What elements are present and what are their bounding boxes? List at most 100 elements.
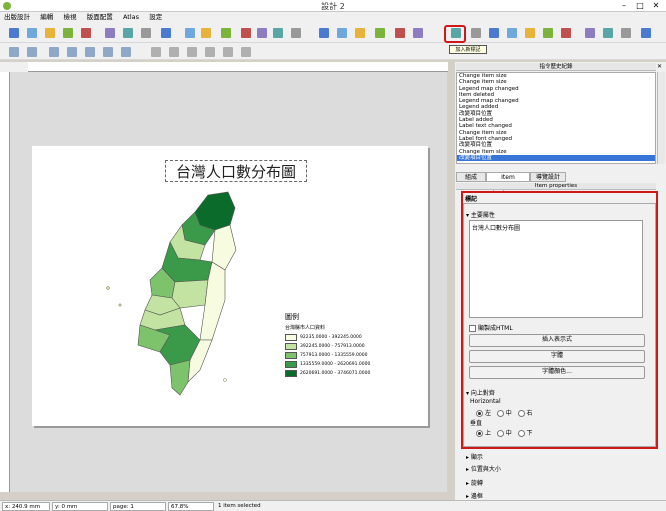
menu-layout[interactable]: 版面配置 xyxy=(83,12,117,23)
add-arrow-button[interactable] xyxy=(524,27,536,39)
add-table-button[interactable] xyxy=(542,27,554,39)
add-shape-button[interactable] xyxy=(506,27,518,39)
map-title-label[interactable]: 台灣人口數分布圖 xyxy=(165,160,307,182)
distribute-button[interactable] xyxy=(84,46,96,58)
radio-left[interactable]: 左 xyxy=(476,410,491,417)
minimize-button[interactable]: – xyxy=(618,1,630,11)
history-list[interactable]: Change item size Change item size Legend… xyxy=(456,72,656,164)
undo-button[interactable] xyxy=(184,27,196,39)
map-legend[interactable]: 圖例 台灣縣市人口資料 92235.0000 - 392245.0000 392… xyxy=(285,312,405,382)
pan-button[interactable] xyxy=(318,27,330,39)
export-pdf-button[interactable] xyxy=(160,27,172,39)
atlas-print-button[interactable] xyxy=(222,46,234,58)
history-entry[interactable]: 改變項目位置 xyxy=(457,154,655,162)
export-svg-button[interactable] xyxy=(140,27,152,39)
align-left-button[interactable] xyxy=(48,46,60,58)
move-content-button[interactable] xyxy=(374,27,386,39)
duplicate-button[interactable] xyxy=(44,27,56,39)
main-props-toggle[interactable]: ▾ 主要屬性 xyxy=(466,210,495,219)
unlock-button[interactable] xyxy=(640,27,652,39)
zoom-in-button[interactable] xyxy=(256,27,268,39)
undo-icon xyxy=(185,28,195,38)
send-back-button[interactable] xyxy=(120,46,132,58)
history-close-icon[interactable]: ✕ xyxy=(657,63,665,71)
manager-button[interactable] xyxy=(62,27,74,39)
zoom-tool-button[interactable] xyxy=(336,27,348,39)
zoom-full-button[interactable] xyxy=(220,27,232,39)
render-html-checkbox[interactable]: 顯製成HTML xyxy=(469,323,513,332)
font-color-button[interactable]: 字體顏色... xyxy=(469,366,645,379)
close-button[interactable]: ✕ xyxy=(650,1,662,11)
radio-icon xyxy=(496,430,504,437)
zoom-100-button[interactable] xyxy=(240,27,252,39)
tab-atlas[interactable]: 導覽設計 xyxy=(530,172,566,182)
move-content-icon xyxy=(375,28,385,38)
radio-bottom[interactable]: 下 xyxy=(517,430,533,437)
export-pdf-icon xyxy=(161,28,171,38)
radio-center[interactable]: 中 xyxy=(496,410,512,417)
zoom-select[interactable]: 67.8% xyxy=(168,502,214,511)
legend-swatch xyxy=(285,352,297,359)
tab-composition[interactable]: 組成 xyxy=(456,172,486,182)
atlas-prev-button[interactable] xyxy=(168,46,180,58)
refresh-button[interactable] xyxy=(290,27,302,39)
ungroup-button[interactable] xyxy=(602,27,614,39)
font-button[interactable]: 字體 xyxy=(469,350,645,363)
add-legend-button[interactable] xyxy=(470,27,482,39)
open-icon xyxy=(81,28,91,38)
menu-settings[interactable]: 設定 xyxy=(145,12,166,23)
window-title: 設計 2 xyxy=(321,2,345,11)
atlas-last-button[interactable] xyxy=(204,46,216,58)
add-label-button[interactable] xyxy=(450,27,462,39)
section-position-size[interactable]: ▸ 位置與大小 xyxy=(466,464,501,473)
label-text-input[interactable]: 台灣人口數分布圖 xyxy=(469,220,643,318)
menu-composer[interactable]: 出版設計 xyxy=(0,12,34,23)
manager-icon xyxy=(63,28,73,38)
section-frame[interactable]: ▸ 邊框 xyxy=(466,491,483,500)
checkbox-icon xyxy=(469,325,476,332)
add-scalebar-button[interactable] xyxy=(488,27,500,39)
align-right-button[interactable] xyxy=(66,46,78,58)
atlas-next-button[interactable] xyxy=(186,46,198,58)
radio-center-label: 中 xyxy=(505,410,512,417)
bring-front-button[interactable] xyxy=(102,46,114,58)
select-button[interactable] xyxy=(354,27,366,39)
section-display[interactable]: ▸ 顯示 xyxy=(466,452,483,461)
maximize-button[interactable]: □ xyxy=(634,1,646,11)
atlas-settings-icon xyxy=(241,47,251,57)
radio-right[interactable]: 右 xyxy=(517,410,533,417)
atlas-first-button[interactable] xyxy=(150,46,162,58)
radio-middle[interactable]: 中 xyxy=(496,430,512,437)
alignment-toggle[interactable]: ▾ 向上對齊 xyxy=(466,388,495,397)
zoom-out-button[interactable] xyxy=(272,27,284,39)
export-image-button[interactable] xyxy=(122,27,134,39)
raise-button[interactable] xyxy=(8,46,20,58)
menu-view[interactable]: 檢視 xyxy=(59,12,80,23)
unlock-icon xyxy=(641,28,651,38)
tab-item-properties[interactable]: Item properties xyxy=(486,172,530,191)
menu-edit[interactable]: 編輯 xyxy=(36,12,57,23)
new-button[interactable] xyxy=(26,27,38,39)
legend-item: 757913.0000 - 1335559.0000 xyxy=(285,352,405,360)
ungroup-icon xyxy=(603,28,613,38)
add-image-button[interactable] xyxy=(412,27,424,39)
section-rotation[interactable]: ▸ 旋轉 xyxy=(466,478,483,487)
save-button[interactable] xyxy=(8,27,20,39)
menu-atlas[interactable]: Atlas xyxy=(119,12,143,23)
zoom-100-icon xyxy=(241,28,251,38)
group-button[interactable] xyxy=(584,27,596,39)
lock-button[interactable] xyxy=(620,27,632,39)
taiwan-map[interactable] xyxy=(100,190,250,400)
atlas-settings-button[interactable] xyxy=(240,46,252,58)
redo-button[interactable] xyxy=(200,27,212,39)
open-button[interactable] xyxy=(80,27,92,39)
add-map-button[interactable] xyxy=(394,27,406,39)
radio-top[interactable]: 上 xyxy=(476,430,491,437)
insert-expression-button[interactable]: 插入表示式 xyxy=(469,334,645,347)
print-button[interactable] xyxy=(104,27,116,39)
radio-middle-label: 中 xyxy=(505,430,512,437)
history-scrollbar[interactable] xyxy=(657,72,665,164)
lower-button[interactable] xyxy=(26,46,38,58)
add-html-button[interactable] xyxy=(560,27,572,39)
radio-right-label: 右 xyxy=(526,410,533,417)
